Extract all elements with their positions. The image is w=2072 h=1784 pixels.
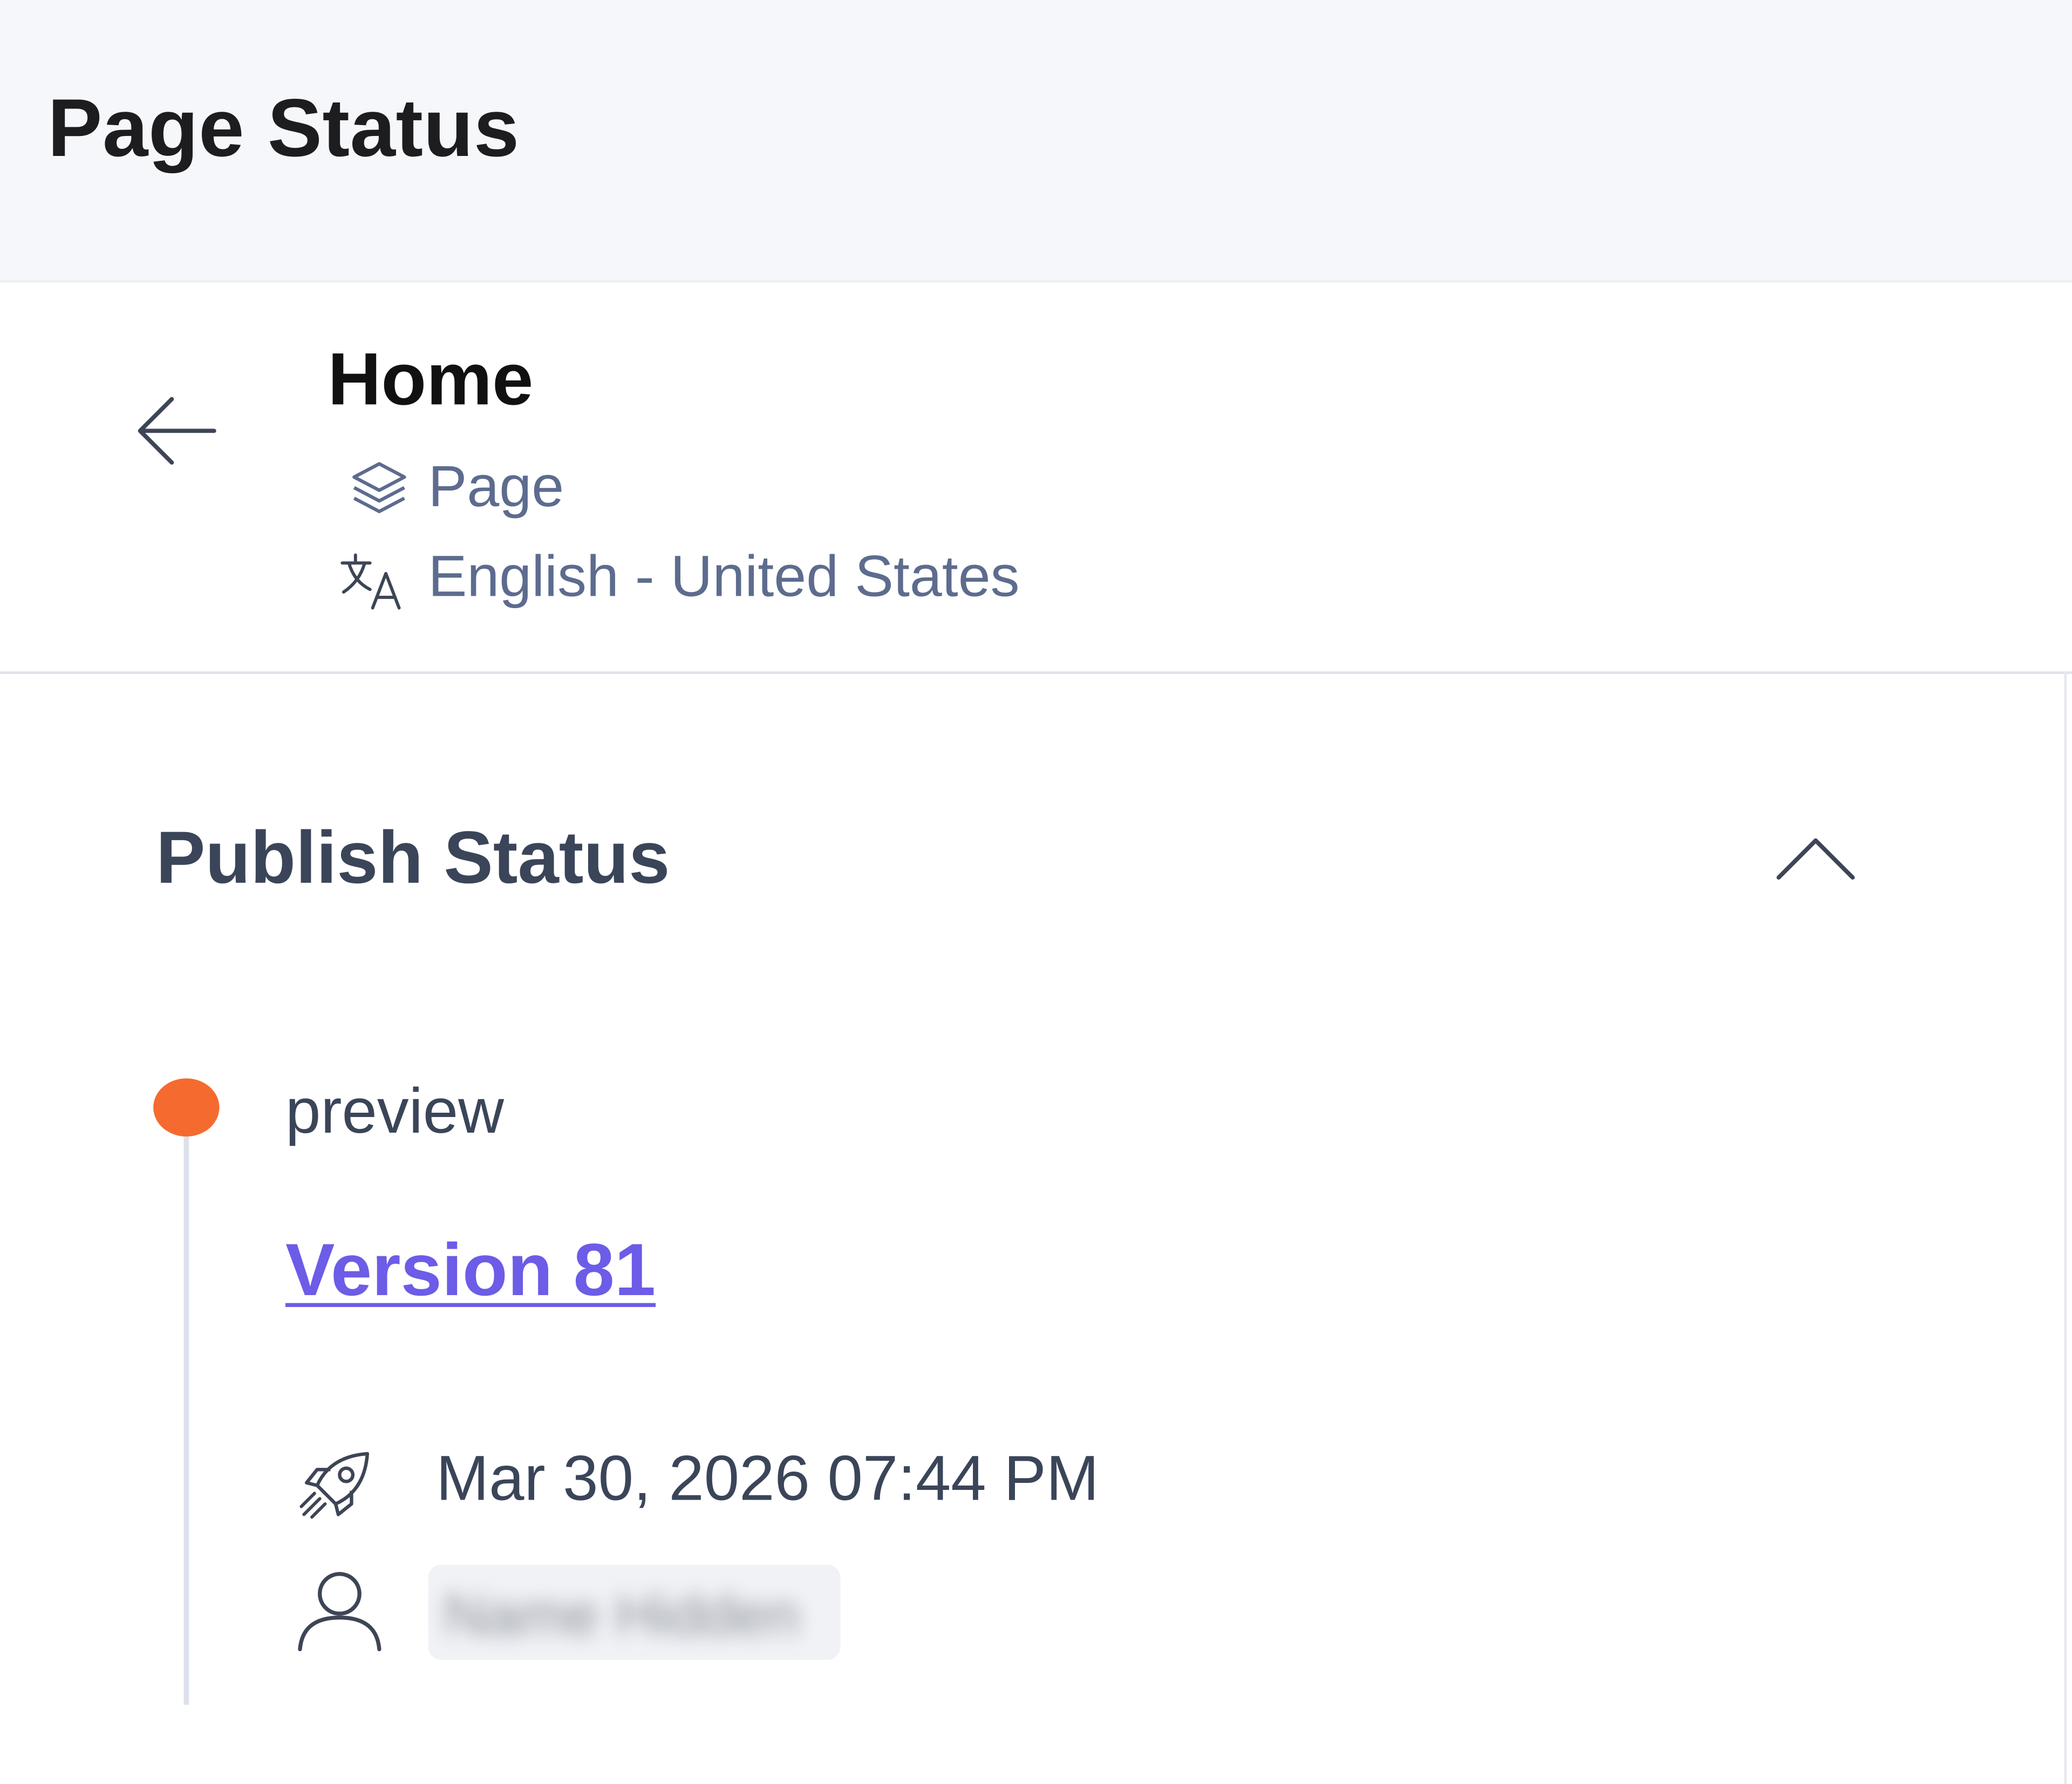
chevron-up-icon — [1776, 838, 1855, 880]
back-button[interactable] — [127, 386, 222, 481]
panel-title: Page Status — [47, 83, 520, 175]
panel-divider — [2064, 671, 2067, 1784]
translate-icon — [340, 553, 401, 610]
published-by-user: Name Hidden — [428, 1564, 841, 1660]
published-by-user-name: Name Hidden — [444, 1583, 800, 1648]
user-icon — [298, 1572, 381, 1652]
timeline-line — [183, 1134, 189, 1705]
arrow-left-icon — [138, 397, 216, 465]
page-status-panel: Page Status Home Page English - United S… — [0, 0, 2072, 1784]
entry-summary — [0, 283, 2072, 674]
entry-title: Home — [328, 337, 534, 420]
collapse-section-button[interactable] — [1771, 822, 1861, 896]
publish-status-title: Publish Status — [155, 815, 670, 899]
status-dot — [153, 1078, 220, 1137]
rocket-icon — [299, 1452, 370, 1519]
entry-type-label: Page — [428, 454, 564, 520]
layers-icon — [352, 462, 406, 513]
environment-label: preview — [285, 1077, 505, 1147]
published-at: Mar 30, 2026 07:44 PM — [436, 1444, 1099, 1515]
version-link[interactable]: Version 81 — [285, 1227, 656, 1312]
panel-header: Page Status — [0, 0, 2072, 283]
entry-locale-label: English - United States — [428, 544, 1020, 609]
